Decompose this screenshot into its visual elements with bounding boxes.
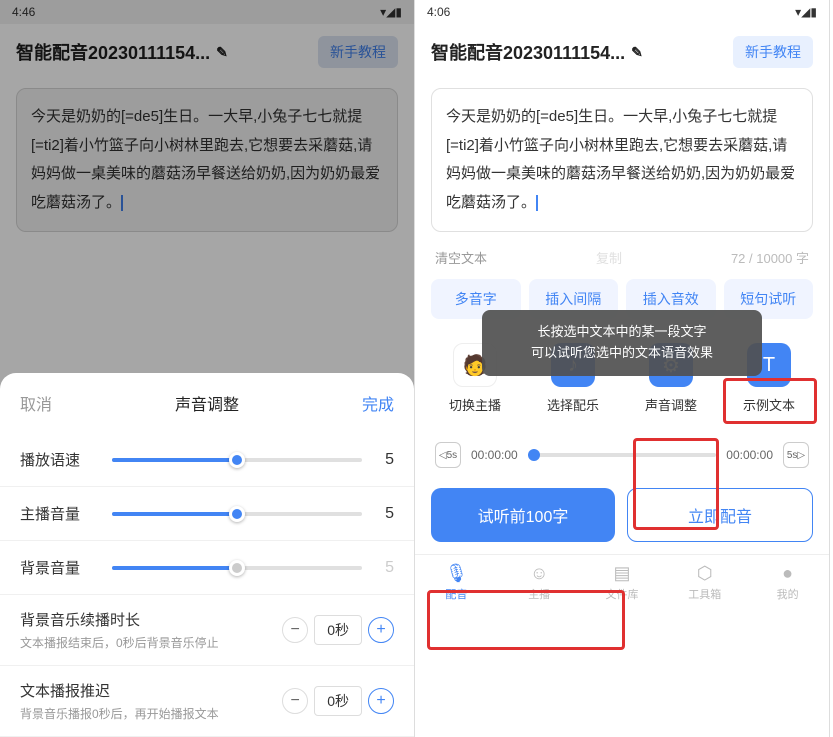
speed-slider-row: 播放语速 5 xyxy=(0,433,414,487)
delay-row: 文本播报推迟 背景音乐播报0秒后，再开始播报文本 − 0秒 + xyxy=(0,666,414,737)
mic-icon: 🎙 xyxy=(445,563,468,584)
profile-icon: ● xyxy=(782,563,793,584)
text-editor[interactable]: 今天是奶奶的[=de5]生日。一大早,小兔子七七就提[=ti2]着小竹篮子向小树… xyxy=(431,88,813,232)
toolbox-icon: ⬡ xyxy=(697,563,713,584)
tutorial-button[interactable]: 新手教程 xyxy=(733,36,813,68)
toast-tip: 长按选中文本中的某一段文字 可以试听您选中的文本语音效果 xyxy=(482,310,762,376)
page-title[interactable]: 智能配音20230111154... ✎ xyxy=(431,39,643,65)
rewind-button[interactable]: ◁5s xyxy=(435,442,461,468)
progress-slider[interactable] xyxy=(528,453,717,457)
sound-adjust-sheet: 取消 声音调整 完成 播放语速 5 主播音量 5 背景音量 xyxy=(0,373,414,737)
nav-host[interactable]: ☺ 主播 xyxy=(498,563,581,602)
edit-icon[interactable]: ✎ xyxy=(631,44,643,61)
forward-button[interactable]: 5s▷ xyxy=(783,442,809,468)
bg-volume-slider-row: 背景音量 5 xyxy=(0,541,414,595)
clear-button[interactable]: 清空文本 xyxy=(435,248,487,267)
header: 智能配音20230111154... ✎ 新手教程 xyxy=(415,24,829,80)
nav-files[interactable]: ▤ 文件库 xyxy=(581,563,664,602)
preview-button[interactable]: 试听前100字 xyxy=(431,488,615,542)
bg-duration-stepper[interactable]: − 0秒 + xyxy=(282,615,394,645)
plus-button[interactable]: + xyxy=(368,617,394,643)
nav-dubbing[interactable]: 🎙 配音 xyxy=(415,563,498,602)
bg-volume-slider[interactable] xyxy=(112,566,362,570)
char-count: 72 / 10000 字 xyxy=(731,248,809,267)
nav-me[interactable]: ● 我的 xyxy=(746,563,829,602)
status-time: 4:06 xyxy=(427,5,450,19)
plus-button[interactable]: + xyxy=(368,688,394,714)
sheet-title: 声音调整 xyxy=(175,391,239,415)
status-icons: ▾◢▮ xyxy=(795,5,817,19)
action-row: 试听前100字 立即配音 xyxy=(415,476,829,554)
copy-button[interactable]: 复制 xyxy=(596,248,622,267)
cancel-button[interactable]: 取消 xyxy=(20,391,52,415)
delay-stepper[interactable]: − 0秒 + xyxy=(282,686,394,716)
bottom-nav: 🎙 配音 ☺ 主播 ▤ 文件库 ⬡ 工具箱 ● 我的 xyxy=(415,554,829,606)
status-bar: 4:06 ▾◢▮ xyxy=(415,0,829,24)
clear-row: 清空文本 复制 72 / 10000 字 xyxy=(415,240,829,275)
done-button[interactable]: 完成 xyxy=(362,391,394,415)
phone-left: 4:46 ▾◢▮ 智能配音20230111154... ✎ 新手教程 今天是奶奶… xyxy=(0,0,415,737)
volume-slider[interactable] xyxy=(112,512,362,516)
minus-button[interactable]: − xyxy=(282,688,308,714)
bg-duration-row: 背景音乐续播时长 文本播报结束后，0秒后背景音乐停止 − 0秒 + xyxy=(0,595,414,666)
volume-slider-row: 主播音量 5 xyxy=(0,487,414,541)
progress-row: ◁5s 00:00:00 00:00:00 5s▷ xyxy=(415,434,829,476)
generate-button[interactable]: 立即配音 xyxy=(627,488,813,542)
speed-slider[interactable] xyxy=(112,458,362,462)
folder-icon: ▤ xyxy=(613,563,630,584)
minus-button[interactable]: − xyxy=(282,617,308,643)
phone-right: 4:06 ▾◢▮ 智能配音20230111154... ✎ 新手教程 今天是奶奶… xyxy=(415,0,830,737)
face-icon: ☺ xyxy=(530,563,548,584)
nav-tools[interactable]: ⬡ 工具箱 xyxy=(663,563,746,602)
